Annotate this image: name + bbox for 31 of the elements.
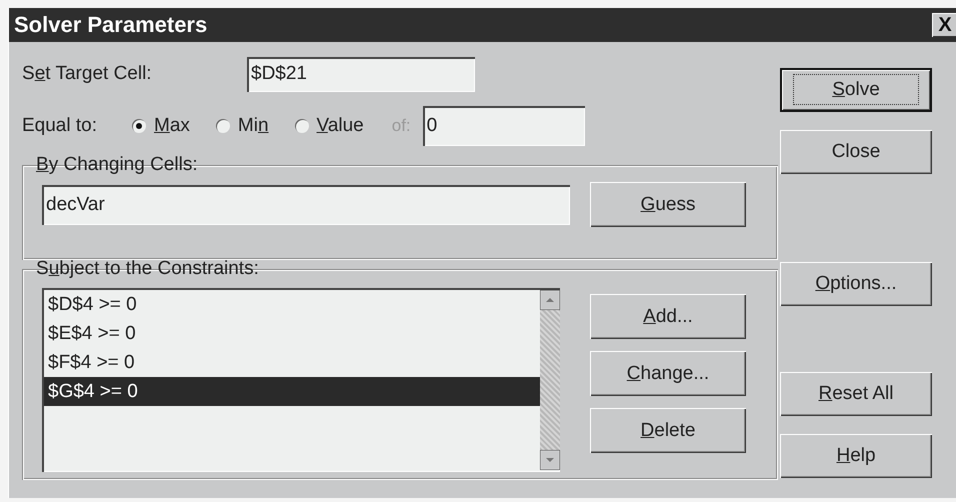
guess-button[interactable]: Guess	[590, 182, 746, 227]
dialog-button[interactable]: Reset All	[780, 372, 932, 416]
constraint-button[interactable]: Delete	[590, 408, 746, 453]
constraint-item[interactable]: $G$4 >= 0	[44, 377, 540, 406]
radio-label: Value	[316, 115, 364, 137]
radio-label: Max	[154, 115, 190, 137]
dialog-button[interactable]: Options...	[780, 262, 932, 306]
radio-button[interactable]	[132, 119, 146, 133]
constraint-item[interactable]: $D$4 >= 0	[44, 290, 540, 319]
dialog-button[interactable]: Solve	[780, 68, 932, 112]
constraint-button[interactable]: Add...	[590, 294, 746, 339]
dialog-button[interactable]: Help	[780, 434, 932, 478]
group-title: Subject to the Constraints:	[35, 258, 260, 280]
changing-cells-field[interactable]: decVar	[42, 184, 570, 224]
radio-label: Min	[238, 115, 269, 137]
value-field[interactable]: 0	[422, 106, 585, 146]
constraint-item[interactable]: $F$4 >= 0	[44, 348, 540, 377]
target-cell-field[interactable]: $D$21	[247, 56, 475, 92]
scroll-up-icon[interactable]	[540, 290, 560, 310]
constraint-button[interactable]: Change...	[590, 351, 746, 396]
window-close-button[interactable]: X	[932, 13, 956, 37]
equal-to-label: Equal to:	[22, 115, 98, 137]
group-title: By Changing Cells:	[35, 154, 199, 176]
radio-button[interactable]	[216, 119, 230, 133]
dialog-button[interactable]: Close	[780, 130, 932, 174]
window-title: Solver Parameters	[13, 12, 208, 38]
constraint-item[interactable]: $E$4 >= 0	[44, 319, 540, 348]
scroll-down-icon[interactable]	[540, 450, 560, 470]
radio-button[interactable]	[294, 119, 309, 133]
target-cell-label: Set Target Cell:	[22, 63, 153, 85]
scrollbar[interactable]	[540, 290, 560, 470]
